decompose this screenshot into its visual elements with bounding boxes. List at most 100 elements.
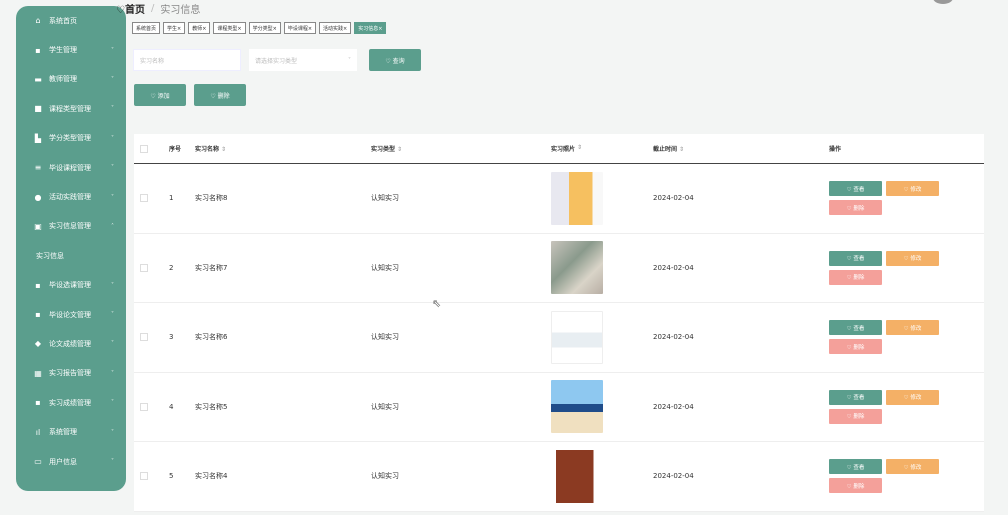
sidebar-item[interactable]: ● 活动实践管理 ˅ [16,182,126,211]
sidebar-item-label: 实习报告管理 [49,369,91,378]
sidebar-item[interactable]: ▪ 毕设选课管理 ˅ [16,271,126,300]
sidebar-item-label: 论文成绩管理 [49,339,91,348]
chevron-icon: ˅ [111,164,114,172]
cell-type: 认知实习 [371,263,399,272]
chevron-icon: ˅ [111,340,114,348]
internship-name-input[interactable]: 实习名称 [133,49,241,71]
grid-icon: ▪ [35,398,41,408]
row-delete-button[interactable]: ♡ 删除 [829,200,882,216]
sidebar-item[interactable]: ▪ 实习成绩管理 ˅ [16,388,126,417]
sidebar: ⌂ 系统首页 ▪ 学生管理 ˅ ▬ 教师管理 ˅ ■ 课程类型管理 ˅ ▙ 学分类型管理 ˅ ≡ 毕设课程管理… [16,6,126,491]
view-button[interactable]: ♡ 查看 [829,320,882,336]
row-delete-button[interactable]: ♡ 删除 [829,269,882,285]
sidebar-item-label: 教师管理 [49,75,77,84]
internship-photo[interactable] [551,310,603,364]
search-bar: 实习名称 请选择实习类型 ˅ ♡ 查询 [133,49,421,71]
table-row: 1 实习名称8 认知实习 2024-02-04 ♡ 查看 ♡ 修改 ♡ 删除 [134,164,984,234]
header-photo[interactable]: 实习照片 ⇕ [547,144,653,153]
bar-chart-icon: ıl [35,427,41,437]
edit-button[interactable]: ♡ 修改 [886,250,939,266]
select-all-checkbox[interactable] [140,144,148,153]
tab[interactable]: 课程类型× [213,22,246,34]
add-button[interactable]: ♡ 添加 [134,84,186,106]
sidebar-item[interactable]: ⌂ 系统首页 [16,6,126,35]
row-select-cell [134,472,154,481]
cell-ops: ♡ 查看 ♡ 修改 ♡ 删除 [829,389,984,424]
delete-button[interactable]: ♡ 删除 [194,84,246,106]
edit-button[interactable]: ♡ 修改 [886,459,939,475]
cell-ops: ♡ 查看 ♡ 修改 ♡ 删除 [829,320,984,355]
cell-photo [547,171,653,225]
view-button[interactable]: ♡ 查看 [829,459,882,475]
row-select-cell [134,402,154,411]
home-icon: ⌂ [35,16,41,26]
row-actions: ♡ 查看 ♡ 修改 ♡ 删除 [829,389,941,424]
chevron-icon: ˅ [111,75,114,83]
internship-photo[interactable] [551,380,603,434]
view-button[interactable]: ♡ 查看 [829,181,882,197]
header-type[interactable]: 实习类型 ⇕ [371,144,547,153]
row-checkbox[interactable] [140,194,148,203]
cell-photo [547,449,653,503]
sidebar-item[interactable]: ▪ 学生管理 ˅ [16,35,126,64]
sidebar-item[interactable]: ▦ 实习报告管理 ˅ [16,359,126,388]
pin-icon: ◆ [34,339,42,349]
sidebar-item[interactable]: ▭ 用户信息 ˅ [16,447,126,476]
tab-bar: 系统首页 学生× 教师× 课程类型× 学分类型× 毕设课程× 活动实践× 实习信息× [132,22,387,34]
tab[interactable]: 学生× [163,22,186,34]
query-button[interactable]: ♡ 查询 [369,49,421,71]
sidebar-item-label: 实习成绩管理 [49,398,91,407]
cell-no: 3 [169,333,174,342]
internship-photo[interactable] [551,449,603,503]
header-type-label: 实习类型 [371,146,396,153]
avatar[interactable] [933,0,953,4]
row-checkbox[interactable] [140,263,148,272]
cell-type: 认知实习 [371,402,399,411]
tab[interactable]: 系统首页 [132,22,161,34]
cell-ops: ♡ 查看 ♡ 修改 ♡ 删除 [829,250,984,285]
header-name[interactable]: 实习名称 ⇕ [195,144,371,153]
sidebar-item[interactable]: ▙ 学分类型管理 ˅ [16,124,126,153]
header-end[interactable]: 截止时间 ⇕ [653,144,829,153]
tab[interactable]: 实习信息× [354,22,387,34]
sidebar-item[interactable]: ıl 系统管理 ˅ [16,417,126,446]
internship-table: 序号 实习名称 ⇕ 实习类型 ⇕ 实习照片 ⇕ 截止时间 ⇕ 操作 1 实习名称8 认知实习… [134,134,984,512]
edit-button[interactable]: ♡ 修改 [886,320,939,336]
sidebar-subitem[interactable]: 实习信息 [16,241,126,271]
cell-type: 认知实习 [371,472,399,481]
cell-no: 5 [169,472,174,481]
sidebar-item[interactable]: ■ 课程类型管理 ˅ [16,94,126,123]
internship-photo[interactable] [551,171,603,225]
row-checkbox[interactable] [140,472,148,481]
tab[interactable]: 毕设课程× [283,22,317,34]
row-delete-button[interactable]: ♡ 删除 [829,339,882,355]
breadcrumb-home[interactable]: ♡首页 [116,1,145,16]
row-delete-button[interactable]: ♡ 删除 [829,478,882,494]
row-checkbox[interactable] [140,402,148,411]
edit-button[interactable]: ♡ 修改 [886,181,939,197]
user-card-icon: ▭ [34,457,42,467]
edit-button[interactable]: ♡ 修改 [886,389,939,405]
sidebar-item[interactable]: ▣ 实习信息管理 ˄ [16,212,126,241]
sidebar-item[interactable]: ◆ 论文成绩管理 ˅ [16,329,126,358]
sidebar-item[interactable]: ≡ 毕设课程管理 ˅ [16,153,126,182]
tab[interactable]: 教师× [188,22,211,34]
view-button[interactable]: ♡ 查看 [829,389,882,405]
row-checkbox[interactable] [140,333,148,342]
internship-photo[interactable] [551,241,603,295]
row-actions: ♡ 查看 ♡ 修改 ♡ 删除 [829,250,941,285]
view-button[interactable]: ♡ 查看 [829,250,882,266]
grid-icon: ▪ [35,280,41,290]
sidebar-item-label: 学分类型管理 [49,134,91,143]
internship-type-placeholder: 请选择实习类型 [255,57,298,65]
sidebar-item[interactable]: ▪ 毕设论文管理 ˅ [16,300,126,329]
chevron-icon: ˅ [111,281,114,289]
internship-type-select[interactable]: 请选择实习类型 ˅ [249,49,357,71]
cell-no: 1 [169,194,174,203]
sidebar-item[interactable]: ▬ 教师管理 ˅ [16,65,126,94]
cell-name: 实习名称7 [195,263,228,272]
tab[interactable]: 活动实践× [319,22,352,34]
cell-no: 4 [169,402,174,411]
tab[interactable]: 学分类型× [248,22,281,34]
row-delete-button[interactable]: ♡ 删除 [829,408,882,424]
